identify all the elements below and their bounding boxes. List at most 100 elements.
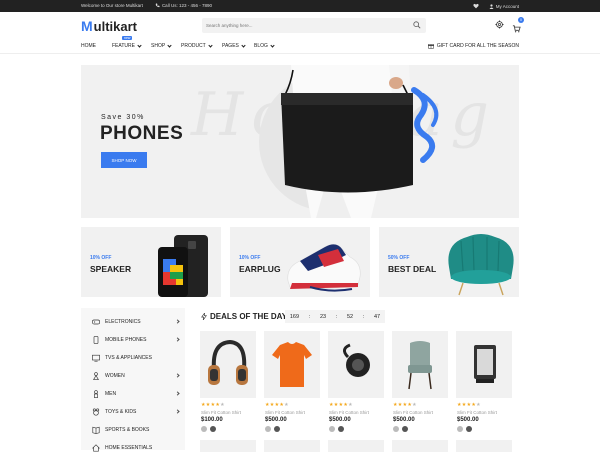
color-swatch[interactable] [457, 426, 463, 432]
product-image[interactable] [200, 331, 256, 398]
flash-icon [201, 313, 207, 320]
bag-model-image [281, 65, 439, 218]
timer-sep: : [362, 313, 365, 320]
book-icon [92, 426, 100, 434]
headphones-image [208, 339, 248, 385]
logo-text: ultikart [93, 18, 138, 34]
promo-name: SPEAKER [90, 264, 132, 274]
product-name[interactable]: Slim Fit Cotton Shirt [457, 410, 497, 415]
timer-days: 169 [289, 313, 300, 320]
timer-sep: : [308, 313, 311, 320]
promo-name: EARPLUG [239, 264, 281, 274]
product-image[interactable] [264, 331, 320, 398]
nav-home[interactable]: HOME [81, 43, 96, 49]
category-sports-books[interactable]: SPORTS & BOOKS [81, 421, 185, 439]
product-price: $500.00 [329, 417, 351, 423]
color-swatch[interactable] [210, 426, 216, 432]
feature-new-badge: new [122, 36, 133, 40]
category-men[interactable]: MEN [81, 385, 185, 403]
chevron-right-icon [175, 409, 180, 414]
rating-stars: ★★★★★ [329, 402, 353, 408]
speaker-box-image [474, 345, 496, 383]
product-image[interactable] [328, 331, 384, 398]
chevron-down-icon [167, 42, 172, 48]
chevron-down-icon [270, 42, 275, 48]
hero-title: PHONES [100, 123, 184, 144]
color-swatch[interactable] [329, 426, 335, 432]
next-product-card [328, 440, 384, 452]
woman-icon [93, 372, 99, 380]
chevron-right-icon [175, 391, 180, 396]
shop-now-button[interactable]: SHOP NOW [101, 152, 147, 168]
color-swatch[interactable] [393, 426, 399, 432]
chevron-down-icon [208, 42, 213, 48]
product-name[interactable]: Slim Fit Cotton Shirt [201, 410, 241, 415]
nav-blog[interactable]: BLOG [254, 42, 275, 49]
color-swatch[interactable] [265, 426, 271, 432]
home-icon [92, 444, 100, 452]
product-image[interactable] [392, 331, 448, 398]
chair-image [408, 341, 432, 390]
category-mobile-phones[interactable]: MOBILE PHONES [81, 331, 185, 349]
category-toys[interactable]: TOYS & KIDS [81, 403, 185, 421]
promo-off: 50% OFF [388, 255, 410, 261]
sneakers-image [287, 244, 361, 292]
color-swatch[interactable] [466, 426, 472, 432]
category-home-essentials[interactable]: HOME ESSENTIALS [81, 439, 185, 457]
timer-hours: 23 [319, 313, 327, 320]
call-us-text: Call Us: 123 - 456 - 7890 [155, 3, 212, 8]
rating-stars: ★★★★★ [201, 402, 225, 408]
color-swatch[interactable] [338, 426, 344, 432]
promo-best-deal[interactable]: 50% OFF BEST DEAL [379, 227, 519, 297]
chevron-down-icon [241, 42, 246, 48]
next-product-card [456, 440, 512, 452]
product-name[interactable]: Slim Fit Cotton Shirt [265, 410, 305, 415]
category-women[interactable]: WOMEN [81, 367, 185, 385]
product-price: $500.00 [457, 417, 479, 423]
header: M ultikart 0 [0, 12, 600, 40]
color-swatch[interactable] [274, 426, 280, 432]
rating-stars: ★★★★★ [265, 402, 289, 408]
chevron-right-icon [175, 319, 180, 324]
category-sidebar: ELECTRONICS MOBILE PHONES TVS & APPLIANC… [81, 308, 185, 452]
settings-icon[interactable] [495, 20, 504, 29]
promo-off: 10% OFF [90, 255, 112, 261]
search-bar[interactable] [202, 18, 426, 33]
cart-icon [512, 25, 521, 33]
phone-icon [155, 3, 160, 8]
chevron-right-icon [175, 337, 180, 342]
category-electronics[interactable]: ELECTRONICS [81, 313, 185, 331]
rating-stars: ★★★★★ [393, 402, 417, 408]
rating-stars: ★★★★★ [457, 402, 481, 408]
product-name[interactable]: Slim Fit Cotton Shirt [393, 410, 433, 415]
cart-button[interactable]: 0 [512, 17, 524, 33]
product-image[interactable] [456, 331, 512, 398]
phones-image [158, 235, 208, 297]
welcome-text: Welcome to Our store Multikart [81, 3, 143, 8]
user-icon [489, 3, 494, 9]
product-name[interactable]: Slim Fit Cotton Shirt [329, 410, 369, 415]
search-icon[interactable] [413, 21, 421, 29]
timer-seconds: 47 [374, 313, 381, 320]
next-product-card [264, 440, 320, 452]
logo[interactable]: M ultikart [81, 18, 137, 34]
gift-card-link[interactable]: GIFT CARD FOR ALL THE SEASON [427, 43, 519, 49]
cart-count-badge: 0 [518, 17, 524, 23]
category-tvs[interactable]: TVS & APPLIANCES [81, 349, 185, 367]
product-price: $500.00 [265, 417, 287, 423]
heart-icon[interactable] [473, 3, 479, 9]
nav-product[interactable]: PRODUCT [181, 42, 213, 49]
color-swatch[interactable] [402, 426, 408, 432]
promo-off: 10% OFF [239, 255, 261, 261]
color-swatch[interactable] [201, 426, 207, 432]
promo-speaker[interactable]: 10% OFF SPEAKER [81, 227, 221, 297]
nav-shop[interactable]: SHOP [151, 42, 172, 49]
my-account-link[interactable]: My Account [489, 4, 519, 9]
search-input[interactable] [206, 20, 406, 31]
promo-earplug[interactable]: 10% OFF EARPLUG [230, 227, 370, 297]
deal-countdown-timer: 169 : 23 : 52 : 47 [285, 310, 385, 323]
nav-feature[interactable]: FEATURE [112, 42, 142, 49]
tv-icon [92, 354, 100, 362]
nav-pages[interactable]: PAGES [222, 42, 246, 49]
product-price: $100.00 [201, 417, 223, 423]
